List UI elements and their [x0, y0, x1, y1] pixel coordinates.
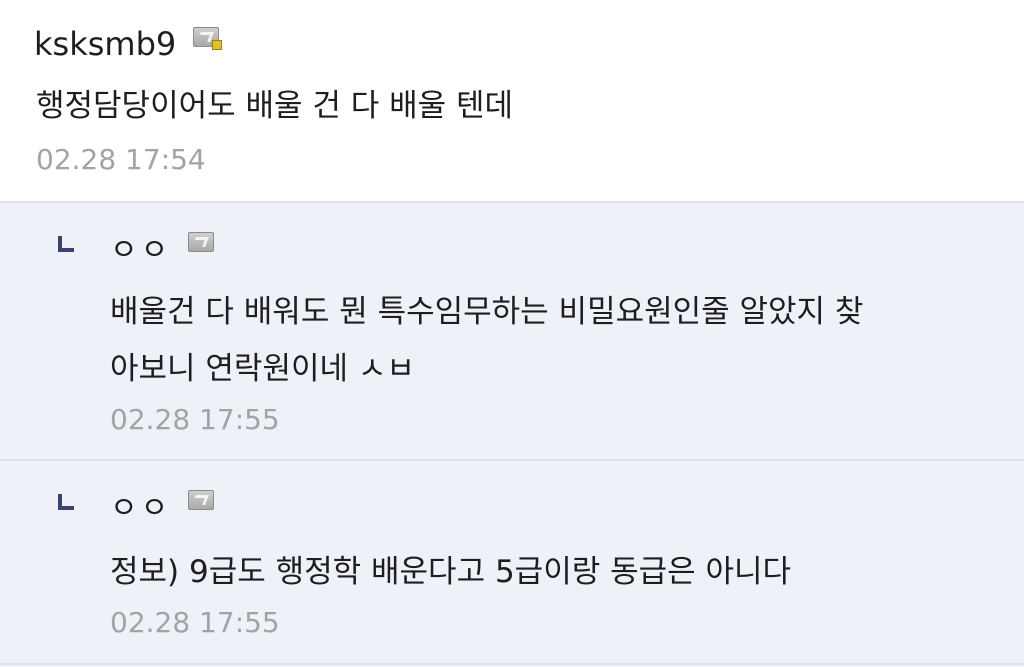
level-badge-icon — [188, 490, 214, 510]
comment-text: 행정담당이어도 배울 건 다 배울 텐데 — [36, 78, 513, 135]
reply-nickname[interactable]: ㅇㅇ — [110, 236, 171, 266]
reply-text-line: 배울건 다 배워도 뭔 특수임무하는 비밀요원인줄 알았지 찾 — [110, 294, 864, 330]
reply-comment: ㅇㅇ 배울건 다 배워도 뭔 특수임무하는 비밀요원인줄 알았지 찾 아보니 연… — [0, 201, 1024, 459]
comment-text-line: 행정담당이어도 배울 건 다 배울 텐데 — [36, 88, 514, 124]
reply-timestamp: 02.28 17:55 — [110, 403, 280, 436]
level-badge-icon — [188, 232, 214, 252]
reply-text-line: 아보니 연락원이네 ㅅㅂ — [110, 351, 415, 387]
comment-timestamp: 02.28 17:54 — [36, 143, 206, 176]
reply-comment: ㅇㅇ 정보) 9급도 행정학 배운다고 5급이랑 동급은 아니다 02.28 1… — [0, 459, 1024, 667]
reply-timestamp: 02.28 17:55 — [110, 606, 280, 639]
comment: ksksmb9 행정담당이어도 배울 건 다 배울 텐데 02.28 17:54 — [0, 0, 1024, 201]
reply-text: 배울건 다 배워도 뭔 특수임무하는 비밀요원인줄 알았지 찾 아보니 연락원이… — [110, 284, 863, 398]
reply-text-line: 정보) 9급도 행정학 배운다고 5급이랑 동급은 아니다 — [110, 554, 792, 590]
level-badge-icon — [193, 27, 222, 50]
reply-arrow-icon — [58, 236, 74, 252]
comment-nickname[interactable]: ksksmb9 — [34, 28, 176, 60]
reply-nickname[interactable]: ㅇㅇ — [110, 494, 171, 524]
reply-text: 정보) 9급도 행정학 배운다고 5급이랑 동급은 아니다 — [110, 544, 791, 601]
reply-arrow-icon — [58, 494, 74, 510]
